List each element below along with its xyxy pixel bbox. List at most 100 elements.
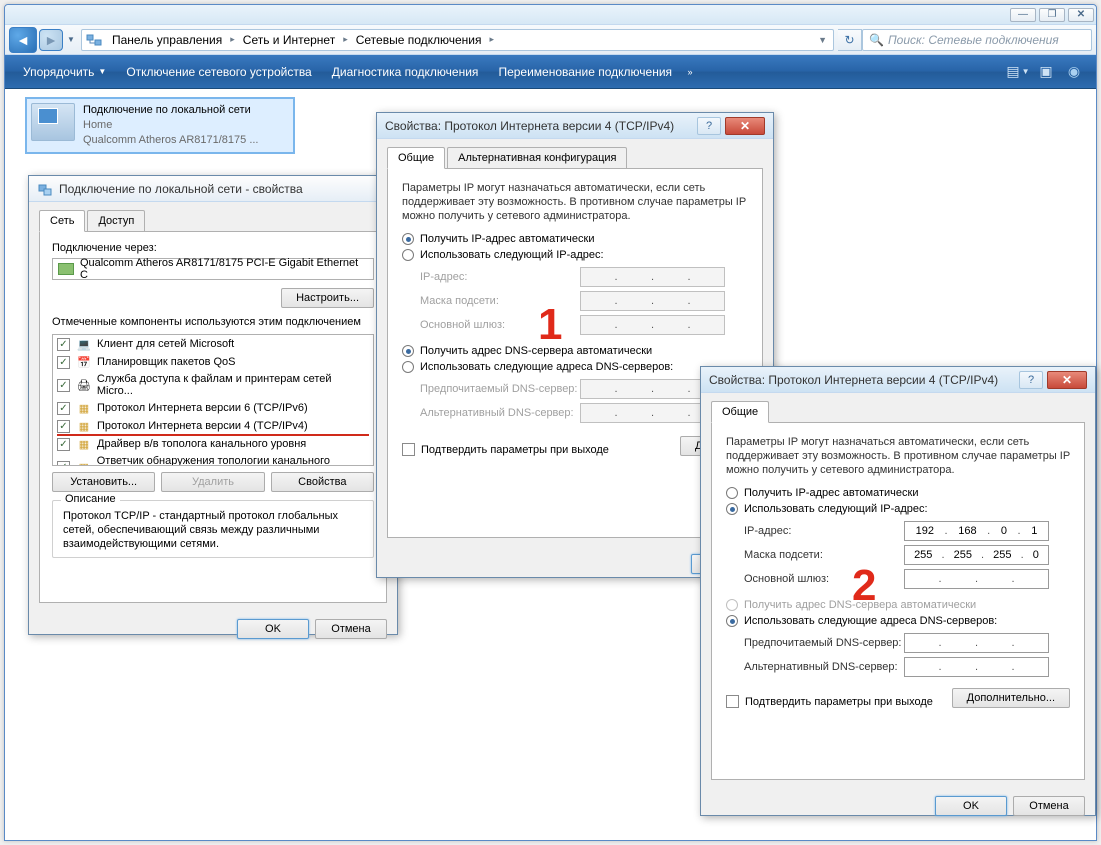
ip-address-field[interactable]: 192.168.0.1	[904, 521, 1049, 541]
dialog-titlebar: Свойства: Протокол Интернета версии 4 (T…	[377, 113, 773, 139]
close-button[interactable]: ✕	[1047, 371, 1087, 389]
tab-network[interactable]: Сеть	[39, 210, 85, 232]
subnet-mask-label: Маска подсети:	[744, 549, 904, 561]
maximize-button[interactable]: ❐	[1039, 8, 1065, 22]
dialog-titlebar: Подключение по локальной сети - свойства	[29, 176, 397, 202]
refresh-button[interactable]: ↻	[838, 29, 862, 51]
validate-checkbox-row[interactable]: Подтвердить параметры при выходе	[726, 695, 933, 708]
component-item[interactable]: ✓💻Клиент для сетей Microsoft	[53, 335, 373, 353]
connection-item[interactable]: Подключение по локальной сети Home Qualc…	[25, 97, 295, 154]
search-icon: 🔍	[869, 33, 884, 47]
breadcrumb-segment[interactable]: Сеть и Интернет	[237, 30, 341, 50]
advanced-button[interactable]: Дополнительно...	[952, 688, 1070, 708]
preferred-dns-field[interactable]: ...	[904, 633, 1049, 653]
checkbox[interactable]: ✓	[57, 420, 70, 433]
checkbox[interactable]: ✓	[57, 402, 70, 415]
connection-name: Подключение по локальной сети	[83, 103, 259, 118]
tab-access[interactable]: Доступ	[87, 210, 145, 232]
address-dropdown[interactable]: ▼	[812, 35, 833, 45]
dialog-title: Подключение по локальной сети - свойства	[59, 182, 389, 196]
ip-address-label: IP-адрес:	[420, 271, 580, 283]
dialog-title: Свойства: Протокол Интернета версии 4 (T…	[385, 119, 697, 133]
close-button[interactable]: ✕	[1068, 8, 1094, 22]
diagnose-button[interactable]: Диагностика подключения	[322, 61, 489, 83]
checkbox[interactable]: ✓	[57, 356, 70, 369]
preview-pane-button[interactable]: ▣	[1034, 60, 1058, 84]
help-button[interactable]: ?	[1019, 371, 1043, 389]
alt-dns-field[interactable]: ...	[904, 657, 1049, 677]
network-icon	[37, 181, 53, 197]
tab-alternative[interactable]: Альтернативная конфигурация	[447, 147, 627, 169]
cancel-button[interactable]: Отмена	[1013, 796, 1085, 816]
radio-manual-dns[interactable]: Использовать следующие адреса DNS-сервер…	[726, 615, 1070, 627]
radio-icon	[402, 345, 414, 357]
adapter-name: Qualcomm Atheros AR8171/8175 PCI-E Gigab…	[80, 257, 368, 281]
validate-checkbox-row[interactable]: Подтвердить параметры при выходе	[402, 443, 609, 456]
component-item[interactable]: ✓▦Ответчик обнаружения топологии канальн…	[53, 453, 373, 466]
organize-menu[interactable]: Упорядочить▼	[13, 61, 116, 83]
ipv4-properties-dialog-2: Свойства: Протокол Интернета версии 4 (T…	[700, 366, 1096, 816]
navigation-bar: ◄ ► ▼ Панель управления ▸ Сеть и Интерне…	[5, 25, 1096, 55]
gateway-field: ...	[580, 315, 725, 335]
component-item[interactable]: ✓📅Планировщик пакетов QoS	[53, 353, 373, 371]
checkbox[interactable]: ✓	[57, 379, 70, 392]
chevron-right-icon[interactable]: ▸	[488, 34, 497, 45]
checkbox[interactable]: ✓	[57, 438, 70, 451]
back-button[interactable]: ◄	[9, 27, 37, 53]
connect-using-label: Подключение через:	[52, 242, 374, 254]
radio-icon	[726, 599, 738, 611]
annotation-number-1: 1	[538, 300, 562, 350]
info-text: Параметры IP могут назначаться автоматич…	[402, 181, 748, 223]
component-item[interactable]: ✓▦Драйвер в/в тополога канального уровня	[53, 435, 373, 453]
radio-auto-ip[interactable]: Получить IP-адрес автоматически	[402, 233, 748, 245]
network-icon	[86, 32, 102, 48]
radio-manual-dns[interactable]: Использовать следующие адреса DNS-сервер…	[402, 361, 748, 373]
radio-manual-ip[interactable]: Использовать следующий IP-адрес:	[402, 249, 748, 261]
description-group: Описание Протокол TCP/IP - стандартный п…	[52, 500, 374, 558]
close-button[interactable]: ✕	[725, 117, 765, 135]
component-item-tcpip4[interactable]: ✓▦Протокол Интернета версии 4 (TCP/IPv4)	[53, 417, 373, 435]
connection-status: Home	[83, 118, 259, 133]
radio-auto-dns[interactable]: Получить адрес DNS-сервера автоматически	[402, 345, 748, 357]
address-bar[interactable]: Панель управления ▸ Сеть и Интернет ▸ Се…	[81, 29, 834, 51]
ok-button[interactable]: OK	[935, 796, 1007, 816]
history-dropdown[interactable]: ▼	[65, 35, 77, 44]
checkbox[interactable]	[402, 443, 415, 456]
overflow-chevron[interactable]: »	[682, 67, 698, 77]
search-input[interactable]: 🔍 Поиск: Сетевые подключения	[862, 29, 1092, 51]
rename-button[interactable]: Переименование подключения	[488, 61, 682, 83]
radio-manual-ip[interactable]: Использовать следующий IP-адрес:	[726, 503, 1070, 515]
help-button[interactable]: ◉	[1062, 60, 1086, 84]
cancel-button[interactable]: Отмена	[315, 619, 387, 639]
components-list[interactable]: ✓💻Клиент для сетей Microsoft ✓📅Планировщ…	[52, 334, 374, 466]
gateway-label: Основной шлюз:	[744, 573, 904, 585]
breadcrumb-segment[interactable]: Панель управления	[106, 30, 228, 50]
tab-general[interactable]: Общие	[387, 147, 445, 169]
connection-properties-dialog: Подключение по локальной сети - свойства…	[28, 175, 398, 635]
radio-icon	[726, 487, 738, 499]
tab-general[interactable]: Общие	[711, 401, 769, 423]
component-item[interactable]: ✓▦Протокол Интернета версии 6 (TCP/IPv6)	[53, 399, 373, 417]
configure-button[interactable]: Настроить...	[281, 288, 374, 308]
breadcrumb-segment[interactable]: Сетевые подключения	[350, 30, 488, 50]
minimize-button[interactable]: ―	[1010, 8, 1036, 22]
ok-button[interactable]: OK	[237, 619, 309, 639]
components-label: Отмеченные компоненты используются этим …	[52, 316, 374, 328]
chevron-right-icon[interactable]: ▸	[341, 34, 350, 45]
forward-button[interactable]: ►	[39, 29, 63, 51]
radio-icon	[402, 249, 414, 261]
chevron-right-icon[interactable]: ▸	[228, 34, 237, 45]
disable-device-button[interactable]: Отключение сетевого устройства	[116, 61, 321, 83]
properties-button[interactable]: Свойства	[271, 472, 374, 492]
radio-auto-ip[interactable]: Получить IP-адрес автоматически	[726, 487, 1070, 499]
radio-icon	[402, 233, 414, 245]
checkbox[interactable]: ✓	[57, 338, 70, 351]
component-item[interactable]: ✓🖨Служба доступа к файлам и принтерам се…	[53, 371, 373, 399]
subnet-mask-field[interactable]: 255.255.255.0	[904, 545, 1049, 565]
view-menu[interactable]: ▤▼	[1006, 60, 1030, 84]
help-button[interactable]: ?	[697, 117, 721, 135]
gateway-field[interactable]: ...	[904, 569, 1049, 589]
checkbox[interactable]: ✓	[57, 461, 70, 467]
checkbox[interactable]	[726, 695, 739, 708]
install-button[interactable]: Установить...	[52, 472, 155, 492]
